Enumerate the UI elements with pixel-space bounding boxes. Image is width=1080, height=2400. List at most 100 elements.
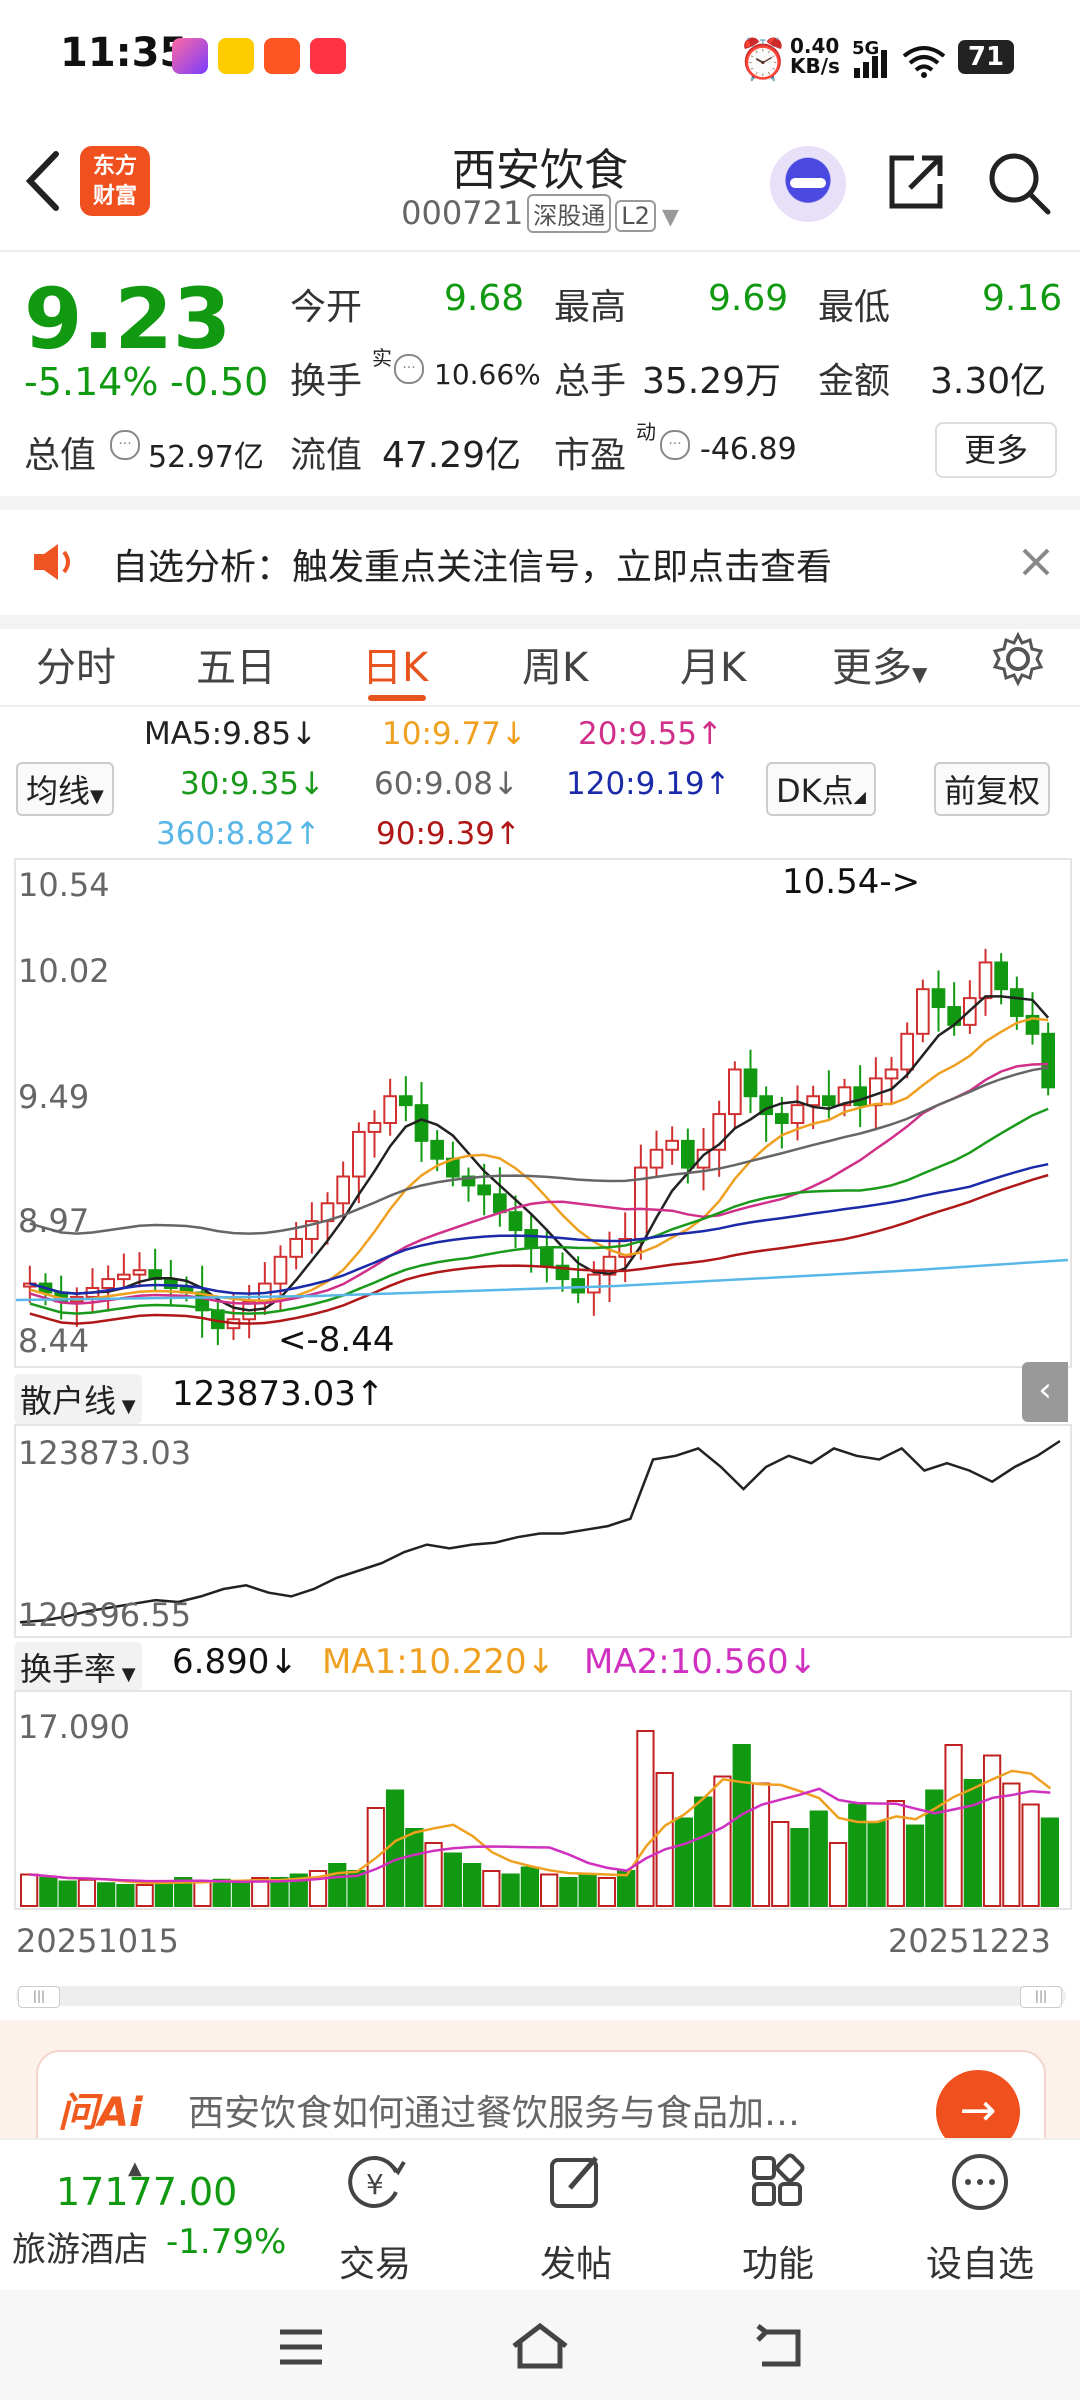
turnover-bar [462, 1863, 482, 1907]
turnover-bar [771, 1821, 790, 1907]
function-button[interactable]: 功能 [703, 2235, 853, 2287]
post-edit-icon[interactable] [546, 2150, 606, 2214]
alarm-icon: ⏰ [738, 37, 788, 83]
menu-icon[interactable] [276, 2326, 326, 2368]
status-bar: 11:35 ⏰ 0.40 KB/s 5G 71 [0, 0, 1080, 110]
trade-button[interactable]: 交易 [300, 2235, 450, 2287]
pe-sup: 动 [636, 420, 656, 444]
candle-body [540, 1246, 554, 1267]
candle-body [806, 1095, 820, 1107]
ma60-legend: 60:9.08↓ [374, 766, 519, 802]
candle-body [900, 1032, 914, 1071]
close-icon[interactable] [1020, 546, 1052, 578]
candle-body [101, 1278, 116, 1290]
search-icon[interactable] [986, 150, 1054, 218]
turnover-indicator-selector[interactable]: 换手率 ▼ [14, 1642, 142, 1692]
tab-monthly-k[interactable]: 月K [680, 635, 746, 693]
connect-tag: 深股通 [527, 194, 612, 233]
tab-more[interactable]: 更多▼ [832, 635, 927, 693]
info-icon[interactable]: ··· [110, 430, 140, 460]
float-label: 流值 [290, 435, 363, 476]
mktcap-value: 52.97亿 [148, 440, 264, 475]
ma90-legend: 90:9.39↑ [376, 816, 521, 852]
scroll-handle-right[interactable]: ||| [1020, 1986, 1062, 2008]
ai-label: 问Ai [58, 2090, 143, 2136]
candle-body [916, 988, 930, 1035]
high-value: 9.69 [708, 278, 789, 319]
y-axis-label: 9.49 [18, 1078, 90, 1116]
chevron-down-icon[interactable]: ▼ [662, 205, 679, 230]
turnover-bar [154, 1880, 174, 1907]
retail-max-label: 123873.03 [18, 1434, 192, 1472]
turnover-bar [809, 1810, 828, 1907]
open-value: 9.68 [444, 278, 525, 319]
turnover-ma2: MA2:10.560↓ [584, 1642, 818, 1682]
tab-weekly-k[interactable]: 周K [522, 635, 588, 693]
back-nav-icon[interactable] [754, 2320, 804, 2370]
home-icon[interactable] [510, 2320, 570, 2370]
post-button[interactable]: 发帖 [501, 2235, 651, 2287]
candle-body [367, 1122, 382, 1133]
index-name[interactable]: 旅游酒店 [12, 2222, 148, 2271]
turnover-bar [58, 1880, 77, 1907]
turnover-bar [77, 1878, 97, 1907]
turnover-bar [1002, 1782, 1021, 1907]
collapse-icon[interactable]: ‹ [1022, 1362, 1068, 1422]
index-change[interactable]: -1.79% [166, 2222, 286, 2262]
dk-point-button[interactable]: DK点◢ [766, 762, 876, 816]
function-grid-icon[interactable] [748, 2150, 808, 2214]
stock-header: 东方财富 西安饮食 000721 深股通 L2 ▼ [0, 110, 1080, 252]
tab-five-day[interactable]: 五日 [196, 635, 276, 693]
index-value[interactable]: 17177.00 [56, 2170, 237, 2214]
turnover-bar [694, 1796, 713, 1907]
indicator-selector[interactable]: 散户线 ▼ [14, 1374, 142, 1424]
candle-body [383, 1095, 398, 1125]
turnover-sup: 实 [372, 346, 392, 370]
add-watchlist-button[interactable]: 设自选 [905, 2235, 1055, 2287]
candle-body [1041, 1032, 1056, 1089]
candle-body [399, 1095, 413, 1107]
add-watchlist-icon[interactable] [948, 2150, 1012, 2214]
turnover-chart[interactable]: 17.090 [14, 1690, 1072, 1910]
retail-line-chart[interactable]: 123873.03 120396.55 [14, 1424, 1072, 1638]
app-icon-4 [310, 38, 346, 74]
high-price-note: 10.54-> [782, 862, 921, 902]
tab-daily-k[interactable]: 日K [362, 635, 428, 693]
y-axis-label: 8.44 [18, 1322, 90, 1360]
signal-banner[interactable]: 自选分析：触发重点关注信号，立即点击查看 [0, 496, 1080, 629]
settings-gear-icon[interactable] [990, 631, 1046, 687]
candle-body [743, 1068, 758, 1098]
ma-selector[interactable]: 均线▼ [16, 762, 114, 816]
ma5-legend: MA5:9.85↓ [144, 716, 318, 752]
share-icon[interactable] [884, 150, 948, 214]
info-icon[interactable]: ··· [394, 354, 424, 384]
adjust-button[interactable]: 前复权 [934, 762, 1051, 816]
info-icon[interactable]: ··· [660, 430, 690, 460]
turnover-label: 换手 [290, 361, 363, 402]
scroll-handle-left[interactable]: ||| [18, 1986, 60, 2008]
turnover-bar [520, 1866, 540, 1907]
turnover-bar [751, 1782, 771, 1907]
low-price-note: <-8.44 [278, 1320, 395, 1360]
ai-assistant-icon[interactable] [770, 146, 846, 222]
candle-body [994, 961, 1008, 991]
more-button[interactable]: 更多 [935, 422, 1057, 478]
turnover-bar [1040, 1817, 1059, 1907]
tab-intraday[interactable]: 分时 [36, 635, 116, 693]
battery-icon: 71 [958, 40, 1014, 74]
kline-chart[interactable]: 10.54 10.02 9.49 8.97 8.44 10.54-> <-8.4… [14, 858, 1072, 1368]
chart-scrollbar[interactable]: ||| ||| [16, 1986, 1066, 2008]
ai-bar-background: 问Ai 西安饮食如何通过餐饮服务与食品加… → [0, 2020, 1080, 2164]
change-percent: -5.14% [24, 360, 159, 404]
turnover-bar [482, 1870, 501, 1907]
trade-yuan-icon[interactable]: ¥ [344, 2150, 408, 2214]
pe-value: -46.89 [700, 432, 797, 467]
change-amount: -0.50 [170, 360, 269, 404]
date-end: 20251223 [888, 1922, 1051, 1960]
ma-line [29, 1017, 1049, 1302]
low-value: 9.16 [982, 278, 1063, 319]
active-tab-indicator [368, 695, 426, 701]
amount-value: 3.30亿 [930, 361, 1047, 402]
candle-body [978, 961, 993, 1000]
ma-line [29, 1066, 1049, 1235]
